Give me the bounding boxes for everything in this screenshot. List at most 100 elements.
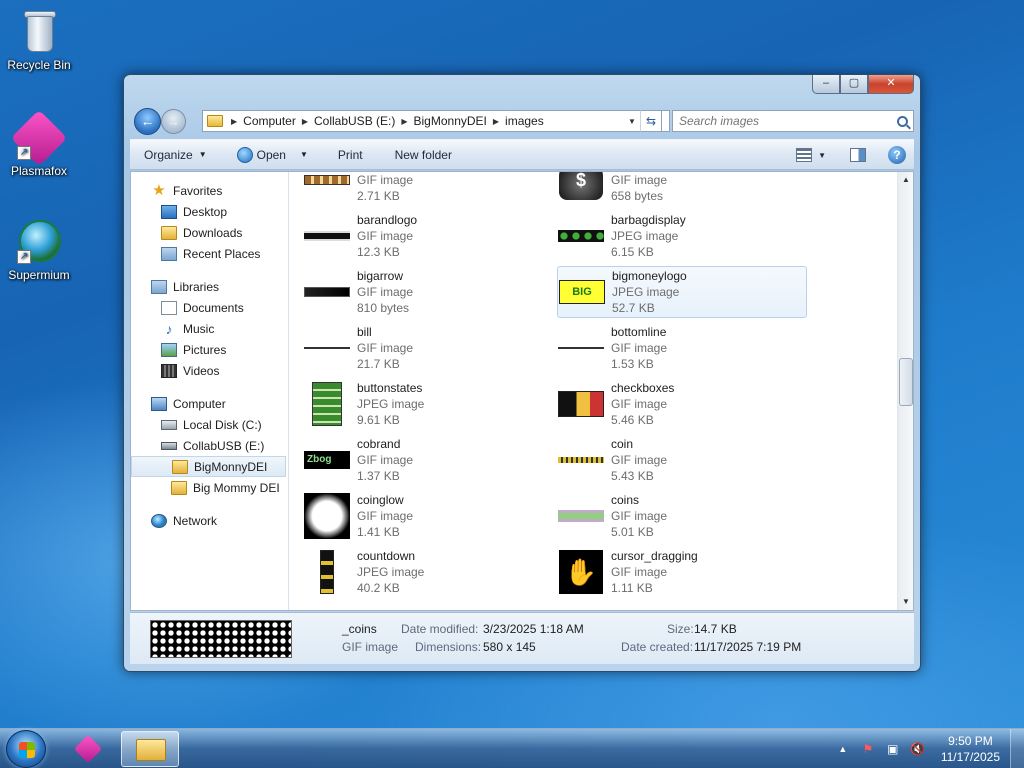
system-tray: ▲ ⚑ ▣ 🔇 9:50 PM 11/17/2025	[835, 729, 1024, 768]
minimize-button[interactable]: –	[812, 75, 840, 94]
desktop-icon-recycle-bin[interactable]: Recycle Bin	[1, 6, 77, 72]
nav-favorites[interactable]: ★ Favorites	[131, 180, 288, 201]
print-button[interactable]: Print	[320, 148, 375, 162]
documents-icon	[161, 300, 177, 315]
open-label: Open	[256, 147, 286, 162]
scroll-up-icon[interactable]: ▲	[898, 172, 913, 188]
hard-disk-icon	[161, 419, 177, 430]
file-item-cursor-dragging[interactable]: ✋ cursor_dragging GIF image 1.11 KB	[557, 546, 807, 598]
search-icon[interactable]	[897, 115, 908, 127]
change-view-icon[interactable]	[796, 148, 813, 162]
file-thumbnail	[303, 324, 351, 372]
open-button[interactable]: Open ▼	[219, 146, 320, 163]
details-modified-value: 3/23/2025 1:18 AM	[483, 622, 584, 636]
preview-pane-icon[interactable]	[850, 148, 866, 162]
scrollbar-thumb[interactable]	[899, 358, 913, 406]
libraries-group: Libraries Documents ♪ Music Pictures Vide…	[131, 276, 288, 381]
file-item-bag[interactable]: bagGIF image2.71 KB	[303, 172, 553, 206]
view-controls: ▼ ?	[796, 146, 906, 164]
address-bar[interactable]: ▶ Computer ▶ CollabUSB (E:) ▶ BigMonnyDE…	[202, 110, 670, 132]
show-hidden-icons-icon[interactable]: ▲	[835, 742, 851, 756]
new-folder-button[interactable]: New folder	[375, 148, 464, 162]
selected-file-thumbnail	[150, 620, 292, 658]
clock-time: 9:50 PM	[948, 734, 993, 748]
action-center-icon[interactable]: ⚑	[860, 742, 876, 756]
file-item-coins[interactable]: coins GIF image 5.01 KB	[557, 490, 807, 542]
clock-date: 11/17/2025	[940, 750, 1000, 764]
file-item-bill[interactable]: bill GIF image 21.7 KB	[303, 322, 553, 374]
nav-videos[interactable]: Videos	[131, 360, 288, 381]
vertical-scrollbar[interactable]: ▲ ▼	[897, 172, 913, 610]
chevron-down-icon[interactable]: ▼	[818, 151, 826, 160]
volume-muted-icon[interactable]: 🔇	[910, 742, 926, 756]
search-box[interactable]	[672, 110, 914, 132]
file-item-bigarrow[interactable]: bigarrow GIF image 810 bytes	[303, 266, 553, 318]
network-group: Network	[131, 510, 288, 531]
organize-button[interactable]: Organize ▼	[130, 148, 219, 162]
nav-pictures[interactable]: Pictures	[131, 339, 288, 360]
file-item-barandlogo[interactable]: barandlogo GIF image 12.3 KB	[303, 210, 553, 262]
file-item-cobrand[interactable]: Zbog cobrand GIF image 1.37 KB	[303, 434, 553, 486]
nav-big-mommy-dei[interactable]: Big Mommy DEI	[131, 477, 288, 498]
details-size-label: Size:	[667, 622, 694, 636]
start-button[interactable]	[6, 730, 46, 768]
file-item-coinglow[interactable]: coinglow GIF image 1.41 KB	[303, 490, 553, 542]
network-status-icon[interactable]: ▣	[885, 742, 901, 756]
nav-recent-places[interactable]: Recent Places	[131, 243, 288, 264]
show-desktop-button[interactable]	[1010, 729, 1024, 768]
nav-downloads[interactable]: Downloads	[131, 222, 288, 243]
file-item-checkboxes[interactable]: checkboxes GIF image 5.46 KB	[557, 378, 807, 430]
refresh-button[interactable]: ⇆	[640, 110, 662, 132]
scroll-down-icon[interactable]: ▼	[898, 594, 913, 610]
file-thumbnail	[557, 380, 605, 428]
chevron-down-icon[interactable]: ▼	[625, 117, 639, 126]
nav-local-disk[interactable]: Local Disk (C:)	[131, 414, 288, 435]
plasmafox-icon	[73, 734, 103, 764]
details-created-label: Date created:	[621, 640, 694, 654]
nav-desktop[interactable]: Desktop	[131, 201, 288, 222]
maximize-button[interactable]: ▢	[840, 75, 868, 94]
file-item-countdown[interactable]: countdown JPEG image 40.2 KB	[303, 546, 553, 598]
nav-documents[interactable]: Documents	[131, 297, 288, 318]
supermium-icon: ↗	[15, 216, 63, 264]
usb-drive-icon	[161, 441, 177, 450]
search-input[interactable]	[679, 114, 879, 128]
file-item-barbagdisplay[interactable]: barbagdisplay JPEG image 6.15 KB	[557, 210, 807, 262]
breadcrumb-bigmonnydei[interactable]: BigMonnyDEI	[410, 114, 491, 128]
nav-music[interactable]: ♪ Music	[131, 318, 288, 339]
pictures-icon	[161, 342, 177, 357]
nav-collabusb[interactable]: CollabUSB (E:)	[131, 435, 288, 456]
desktop-icon-label: Recycle Bin	[7, 58, 71, 72]
forward-button[interactable]: →	[161, 109, 186, 134]
nav-libraries[interactable]: Libraries	[131, 276, 288, 297]
taskbar: ▲ ⚑ ▣ 🔇 9:50 PM 11/17/2025	[0, 728, 1024, 768]
breadcrumb-collabusb[interactable]: CollabUSB (E:)	[310, 114, 399, 128]
close-button[interactable]: ✕	[868, 75, 914, 94]
back-button[interactable]: ←	[134, 108, 161, 135]
breadcrumb-images[interactable]: images	[501, 114, 548, 128]
file-item-bagholder[interactable]: $ bagholderGIF image658 bytes	[557, 172, 807, 206]
desktop-icon-plasmafox[interactable]: ↗ Plasmafox	[1, 109, 77, 178]
file-item-coin[interactable]: coin GIF image 5.43 KB	[557, 434, 807, 486]
folder-icon	[207, 115, 223, 127]
file-item-bigmoneylogo[interactable]: BIG bigmoneylogo JPEG image 52.7 KB	[557, 266, 807, 318]
file-item-bottomline[interactable]: bottomline GIF image 1.53 KB	[557, 322, 807, 374]
details-dimensions-value: 580 x 145	[483, 640, 536, 654]
network-icon	[151, 513, 167, 528]
chevron-down-icon[interactable]: ▼	[300, 150, 308, 159]
taskbar-plasmafox[interactable]	[60, 731, 118, 767]
taskbar-explorer[interactable]	[121, 731, 179, 767]
clock[interactable]: 9:50 PM 11/17/2025	[941, 733, 1000, 765]
nav-network[interactable]: Network	[131, 510, 288, 531]
file-list: bagGIF image2.71 KB $ bagholderGIF image…	[289, 172, 899, 610]
breadcrumb-computer[interactable]: Computer	[239, 114, 300, 128]
help-icon[interactable]: ?	[888, 146, 906, 164]
file-item-buttonstates[interactable]: buttonstates JPEG image 9.61 KB	[303, 378, 553, 430]
chevron-right-icon: ▶	[231, 116, 238, 126]
desktop-icon-supermium[interactable]: ↗ Supermium	[1, 216, 77, 282]
navigation-row: ← → ▶ Computer ▶ CollabUSB (E:) ▶ BigMon…	[132, 108, 914, 135]
libraries-icon	[151, 279, 167, 294]
details-file-type: GIF image	[342, 640, 399, 654]
nav-bigmonnydei[interactable]: BigMonnyDEI	[131, 456, 286, 477]
nav-computer[interactable]: Computer	[131, 393, 288, 414]
